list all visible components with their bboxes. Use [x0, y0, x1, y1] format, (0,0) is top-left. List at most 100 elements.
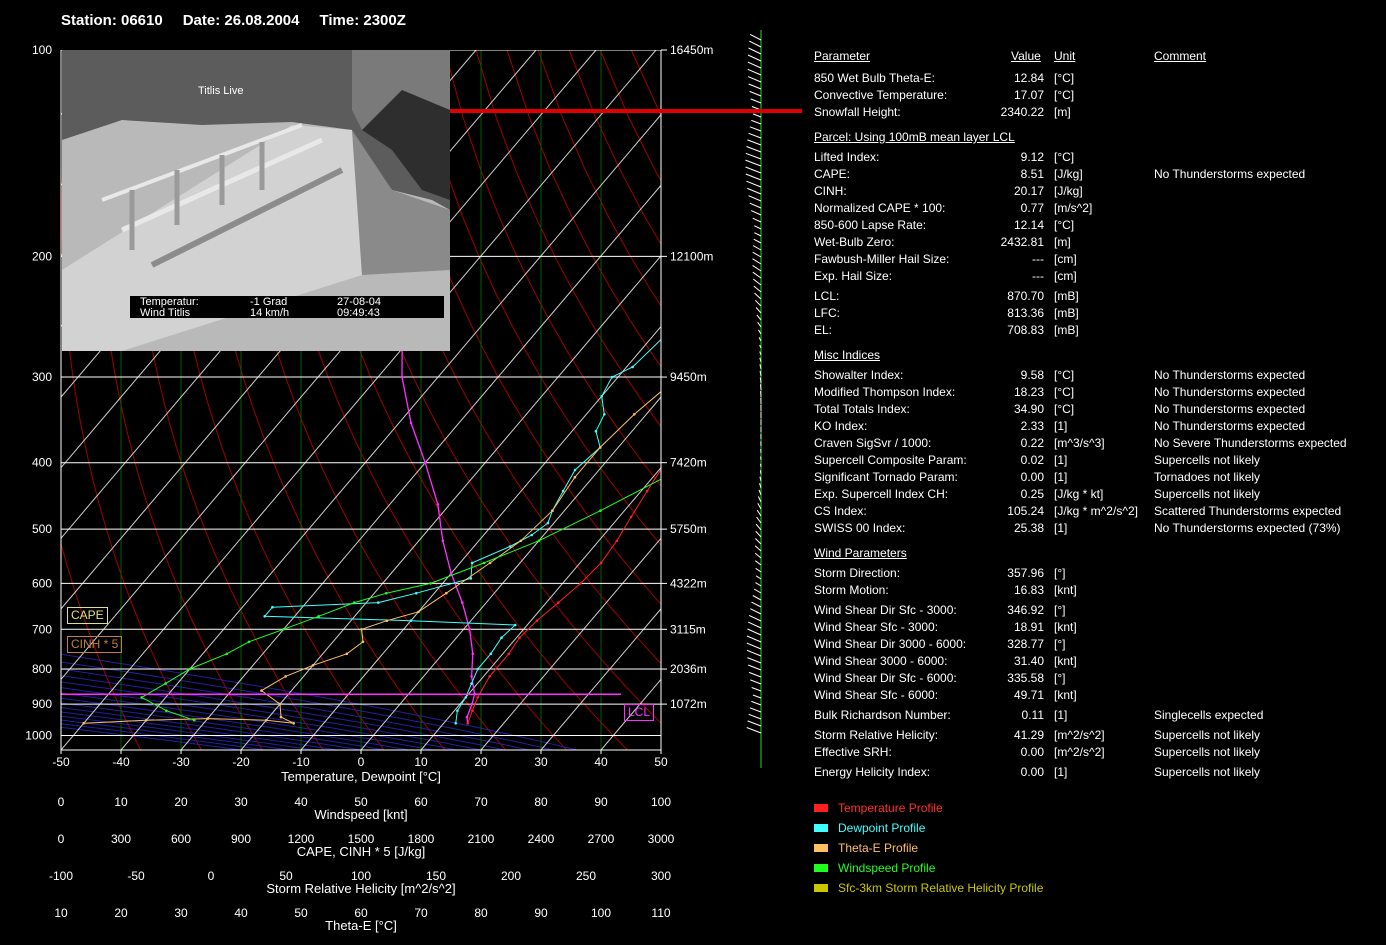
wind-barb	[748, 47, 762, 55]
dry-adiabat	[444, 50, 661, 487]
section-header: Misc Indices	[814, 348, 881, 362]
param-value: 12.84	[1013, 71, 1044, 85]
wind-barb	[747, 720, 762, 727]
isotherm	[600, 678, 661, 750]
param-value: 0.22	[1020, 436, 1044, 450]
param-name: Craven SigSvr / 1000:	[814, 436, 932, 450]
param-name: CAPE:	[814, 167, 851, 181]
param-comment: No Thunderstorms expected	[1154, 167, 1306, 181]
wind-barb	[748, 664, 762, 671]
wind-barb	[749, 707, 762, 713]
wind-barb	[756, 516, 762, 524]
param-value: 18.91	[1013, 620, 1044, 634]
wind-barb	[755, 538, 762, 545]
wind-barb	[747, 61, 762, 69]
webcam-wind-value: 14 km/h	[250, 307, 289, 319]
dry-adiabat	[413, 50, 661, 546]
param-comment: Supercells not likely	[1154, 765, 1261, 779]
windspeed-profile-point	[664, 476, 667, 479]
col-header-value: Value	[1011, 49, 1041, 63]
wind-barb	[750, 679, 762, 685]
dewpoint-profile-point	[573, 468, 577, 472]
parcel-path-point	[400, 375, 404, 379]
param-name: LCL:	[814, 289, 840, 303]
param-unit: [°]	[1054, 603, 1066, 617]
webcam-time: 09:49:43	[337, 307, 380, 319]
param-value: 0.11	[1021, 708, 1044, 722]
theta-e-profile-point	[311, 664, 315, 667]
wind-barb	[747, 628, 762, 636]
param-value: 9.58	[1020, 368, 1044, 382]
theta-e-profile-point	[633, 413, 636, 416]
param-unit: [1]	[1054, 470, 1068, 484]
param-unit: [°C]	[1054, 402, 1075, 416]
x-tick-label: 20	[474, 755, 488, 769]
temperature-profile-point	[466, 722, 470, 725]
param-value: 49.71	[1013, 688, 1044, 702]
theta-e-profile-point	[774, 297, 777, 300]
windspeed-profile-point	[247, 640, 251, 644]
param-value: 16.83	[1013, 583, 1044, 597]
pressure-tick-label: 500	[32, 522, 52, 536]
wind-barb	[746, 146, 762, 153]
wind-barb	[750, 210, 762, 216]
isotherm	[660, 749, 661, 750]
theta-e-profile-point	[260, 689, 263, 692]
wind-barb	[754, 292, 762, 300]
col-header-comment: Comment	[1154, 49, 1207, 63]
param-unit: [cm]	[1054, 269, 1077, 283]
wind-barb	[752, 113, 762, 118]
param-value: 335.58	[1007, 671, 1044, 685]
dewpoint-profile-point	[489, 652, 493, 656]
param-name: Wet-Bulb Zero:	[814, 235, 895, 249]
param-name: KO Index:	[814, 419, 868, 433]
temperature-profile-point	[629, 515, 633, 519]
parcel-path-point	[471, 652, 475, 656]
windspeed-profile-point	[193, 718, 196, 722]
param-value: 2340.22	[1000, 105, 1044, 119]
param-value: 105.24	[1007, 504, 1044, 518]
param-unit: [knt]	[1054, 688, 1077, 702]
x-tick-label: 30	[534, 755, 548, 769]
axis-title: Storm Relative Helicity [m^2/s^2]	[266, 881, 456, 896]
wind-barb	[753, 588, 762, 594]
height-label: 16450m	[670, 43, 713, 57]
wind-barb	[748, 614, 762, 622]
windspeed-profile-point	[599, 509, 602, 512]
section-header: Wind Parameters	[814, 546, 907, 560]
param-value: 813.36	[1007, 306, 1044, 320]
wind-barb	[752, 245, 762, 251]
param-unit: [m]	[1054, 105, 1071, 119]
wind-barb	[747, 657, 762, 664]
param-unit: [°C]	[1054, 150, 1075, 164]
dry-adiabat	[662, 50, 780, 750]
param-value: 0.77	[1020, 201, 1044, 215]
wind-barb	[754, 232, 762, 237]
param-value: 8.51	[1020, 167, 1044, 181]
wind-barb	[752, 595, 762, 601]
temperature-profile-point	[579, 582, 582, 585]
wind-barb	[745, 166, 762, 174]
wind-barb	[754, 299, 762, 307]
wind-barb	[755, 307, 762, 314]
param-value: 31.40	[1013, 654, 1044, 668]
wind-barb	[755, 530, 762, 538]
x-tick-label: -20	[232, 755, 250, 769]
dry-adiabat	[630, 50, 661, 117]
param-unit: [1]	[1054, 453, 1068, 467]
wind-barb	[755, 523, 762, 531]
snowfall-height-marker	[447, 109, 802, 113]
theta-e-profile-point	[279, 715, 283, 719]
param-value: 34.90	[1013, 402, 1044, 416]
legend-label: Dewpoint Profile	[838, 821, 926, 835]
legend-swatch	[814, 804, 828, 812]
wind-barb	[745, 173, 762, 181]
param-value: 41.29	[1013, 728, 1044, 742]
param-value: 17.07	[1013, 88, 1044, 102]
parcel-path-point	[461, 601, 464, 604]
wind-barb	[746, 727, 762, 734]
temperature-profile-point	[769, 232, 772, 235]
dewpoint-profile-point	[631, 365, 634, 369]
param-name: Storm Direction:	[814, 566, 901, 580]
windspeed-profile-point	[165, 709, 168, 712]
